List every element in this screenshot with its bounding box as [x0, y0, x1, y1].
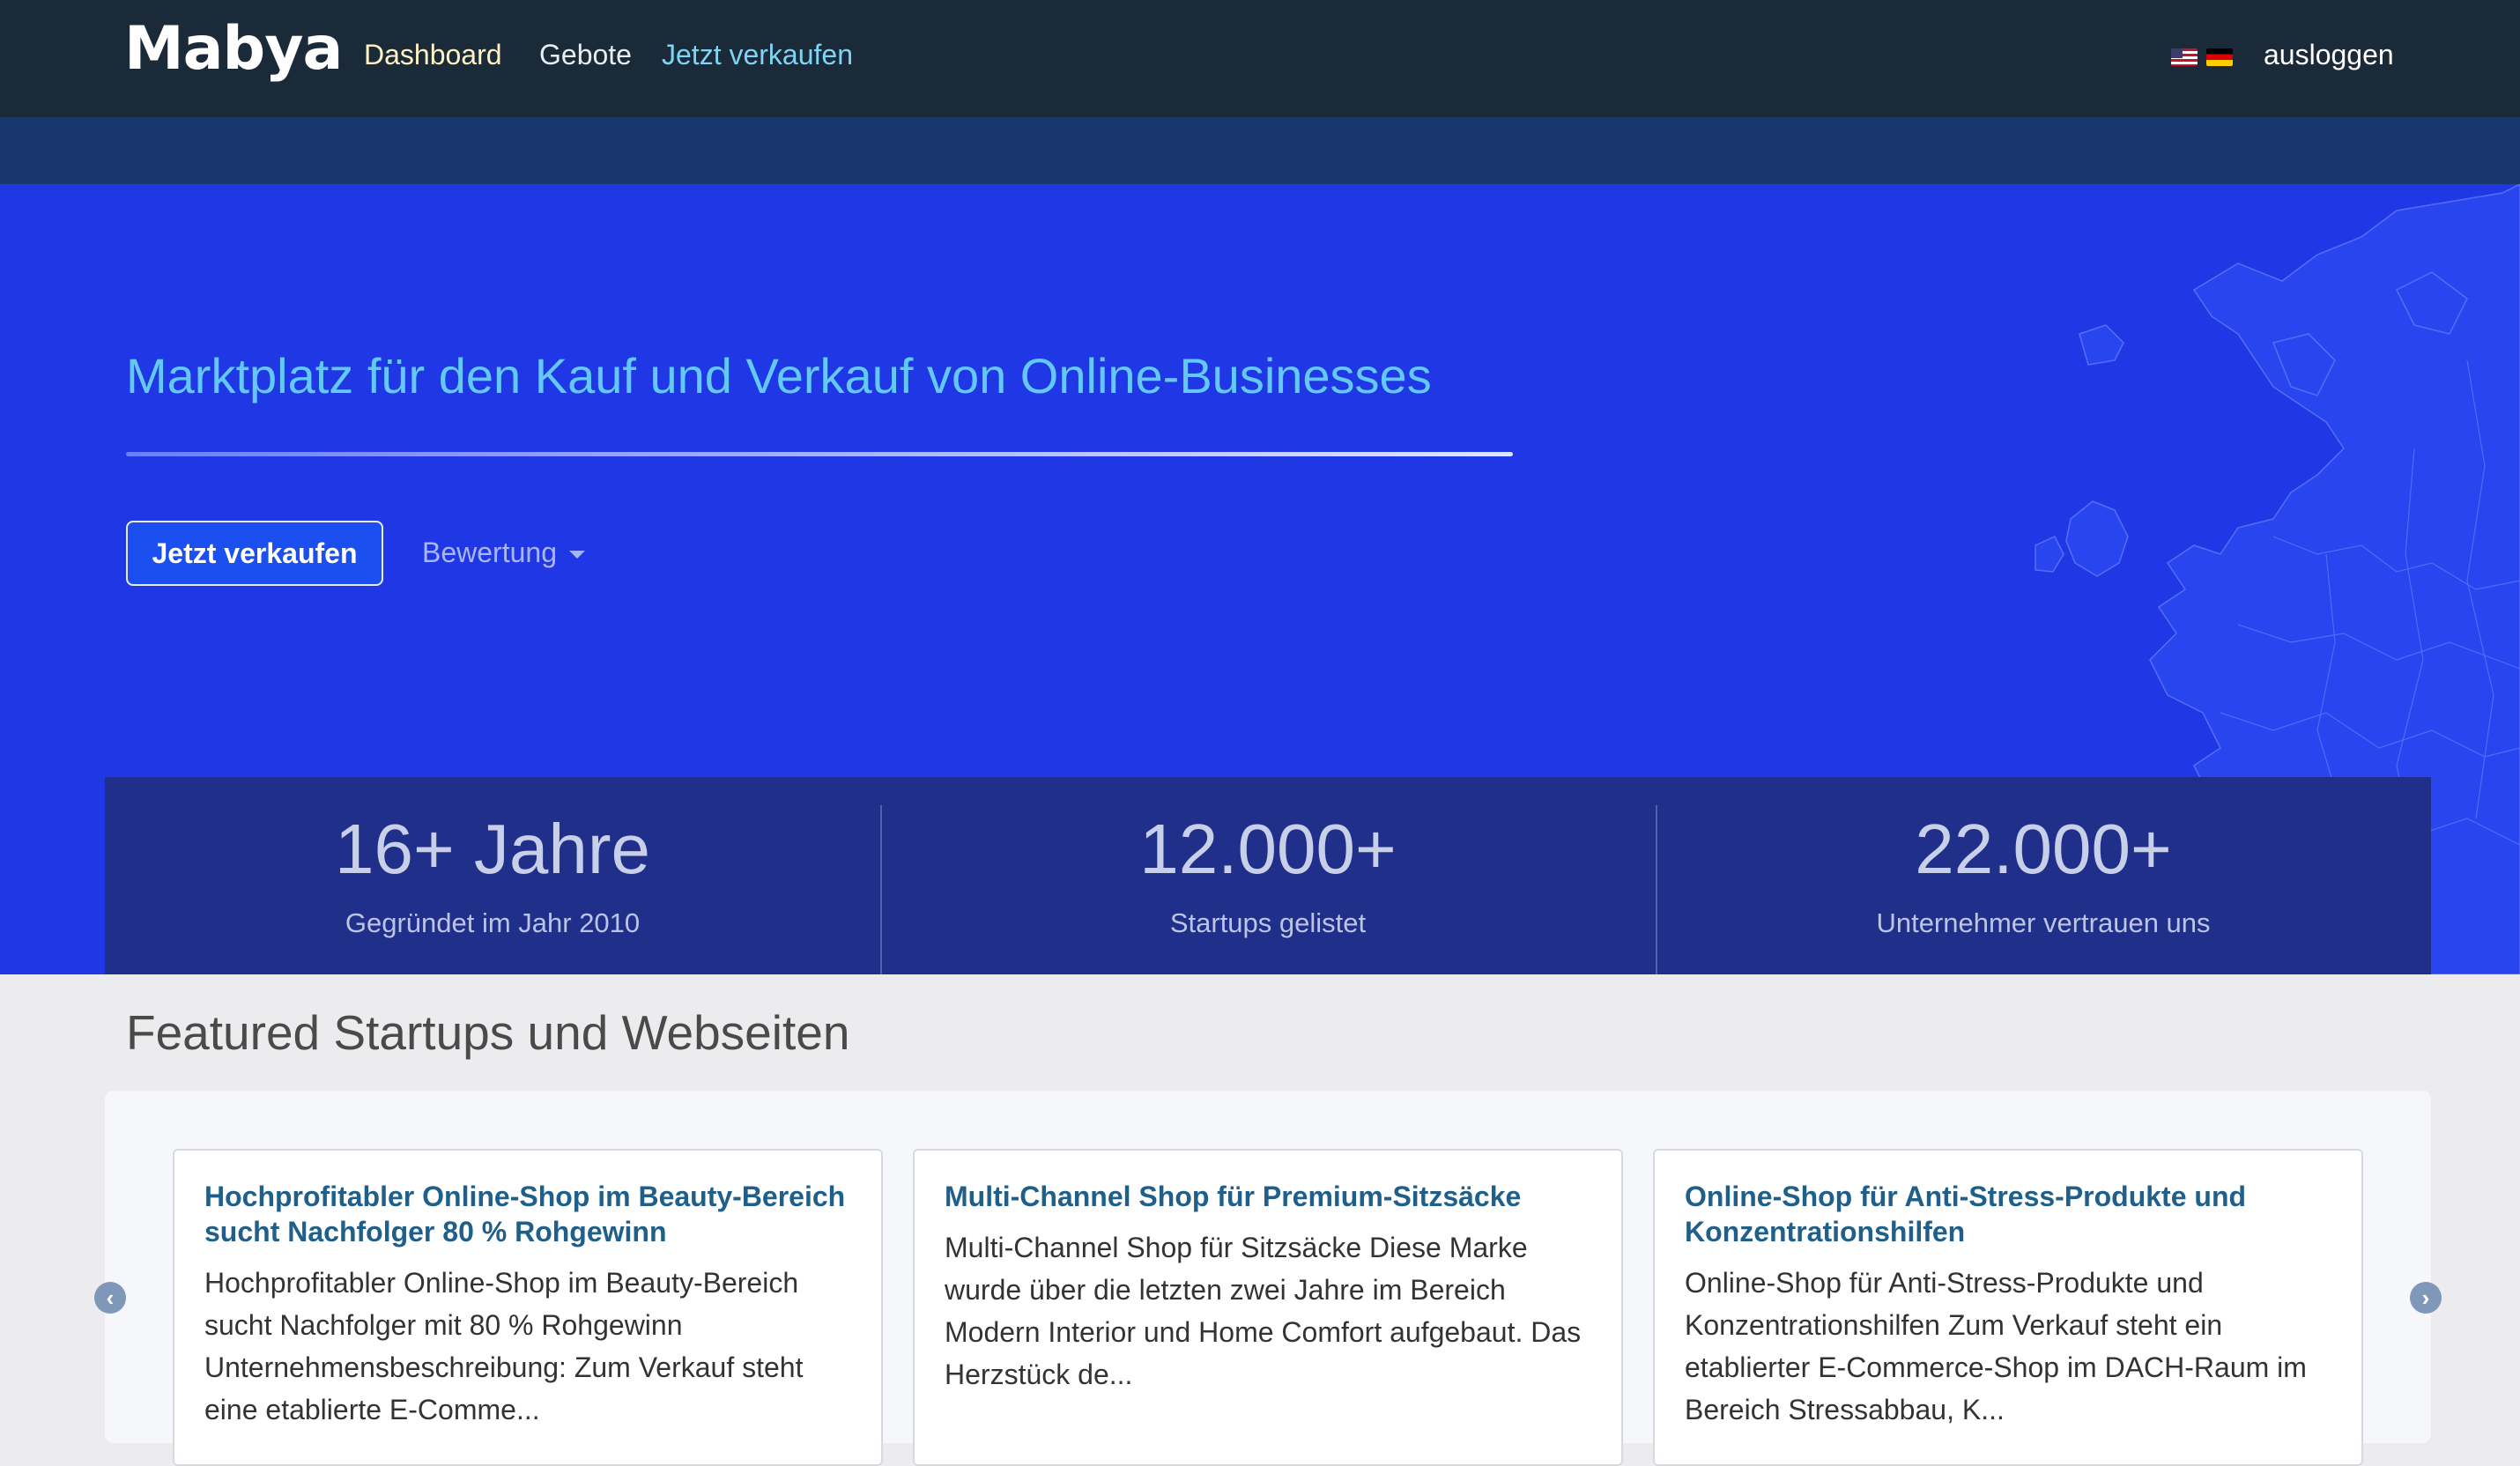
- hero-title-underline: [126, 452, 1513, 456]
- brand-logo[interactable]: Mabya: [124, 14, 343, 84]
- stat-value: 12.000+: [1139, 810, 1397, 888]
- sub-navbar-strip: [0, 117, 2520, 184]
- nav-link-dashboard[interactable]: Dashboard: [364, 39, 502, 71]
- sell-now-button[interactable]: Jetzt verkaufen: [126, 521, 383, 586]
- hero-title: Marktplatz für den Kauf und Verkauf von …: [126, 348, 1432, 404]
- stat-label: Gegründet im Jahr 2010: [345, 907, 641, 938]
- stat-entrepreneurs: 22.000+ Unternehmer vertrauen uns: [1656, 777, 2431, 974]
- listing-card-description: Multi-Channel Shop für Sitzsäcke Diese M…: [945, 1232, 1582, 1390]
- stat-value: 16+ Jahre: [334, 810, 651, 888]
- listing-card[interactable]: Online-Shop für Anti-Stress-Produkte und…: [1653, 1149, 2363, 1466]
- listing-card[interactable]: Multi-Channel Shop für Premium-Sitzsäcke…: [913, 1149, 1623, 1466]
- listing-card-title[interactable]: Online-Shop für Anti-Stress-Produkte und…: [1685, 1179, 2331, 1249]
- stat-label: Startups gelistet: [1169, 907, 1367, 938]
- stat-value: 22.000+: [1915, 810, 2172, 888]
- listing-card-description: Hochprofitabler Online-Shop im Beauty-Be…: [204, 1267, 804, 1425]
- caret-down-icon: [568, 551, 585, 559]
- stat-startups: 12.000+ Startups gelistet: [880, 777, 1656, 974]
- listing-card-title[interactable]: Hochprofitabler Online-Shop im Beauty-Be…: [204, 1179, 851, 1249]
- nav-link-bids[interactable]: Gebote: [539, 39, 632, 71]
- stat-years: 16+ Jahre Gegründet im Jahr 2010: [105, 777, 880, 974]
- featured-section-title: Featured Startups und Webseiten: [126, 1005, 850, 1060]
- listing-card-description: Online-Shop für Anti-Stress-Produkte und…: [1685, 1267, 2307, 1425]
- stats-bar: 16+ Jahre Gegründet im Jahr 2010 12.000+…: [105, 777, 2431, 974]
- nav-link-sell[interactable]: Jetzt verkaufen: [662, 39, 853, 71]
- top-navbar: Mabya Dashboard Gebote Jetzt verkaufen a…: [0, 0, 2520, 117]
- stat-label: Unternehmer vertrauen uns: [1876, 907, 2211, 938]
- logout-link[interactable]: ausloggen: [2264, 39, 2394, 71]
- de-flag-icon[interactable]: [2206, 48, 2233, 66]
- chevron-left-icon[interactable]: ‹: [94, 1282, 126, 1314]
- featured-carousel: Hochprofitabler Online-Shop im Beauty-Be…: [105, 1091, 2431, 1466]
- chevron-right-icon[interactable]: ›: [2410, 1282, 2442, 1314]
- rating-dropdown[interactable]: Bewertung: [422, 537, 585, 569]
- listing-card-title[interactable]: Multi-Channel Shop für Premium-Sitzsäcke: [945, 1179, 1591, 1214]
- us-flag-icon[interactable]: [2171, 48, 2198, 66]
- rating-dropdown-label: Bewertung: [422, 537, 557, 568]
- listing-card[interactable]: Hochprofitabler Online-Shop im Beauty-Be…: [173, 1149, 883, 1466]
